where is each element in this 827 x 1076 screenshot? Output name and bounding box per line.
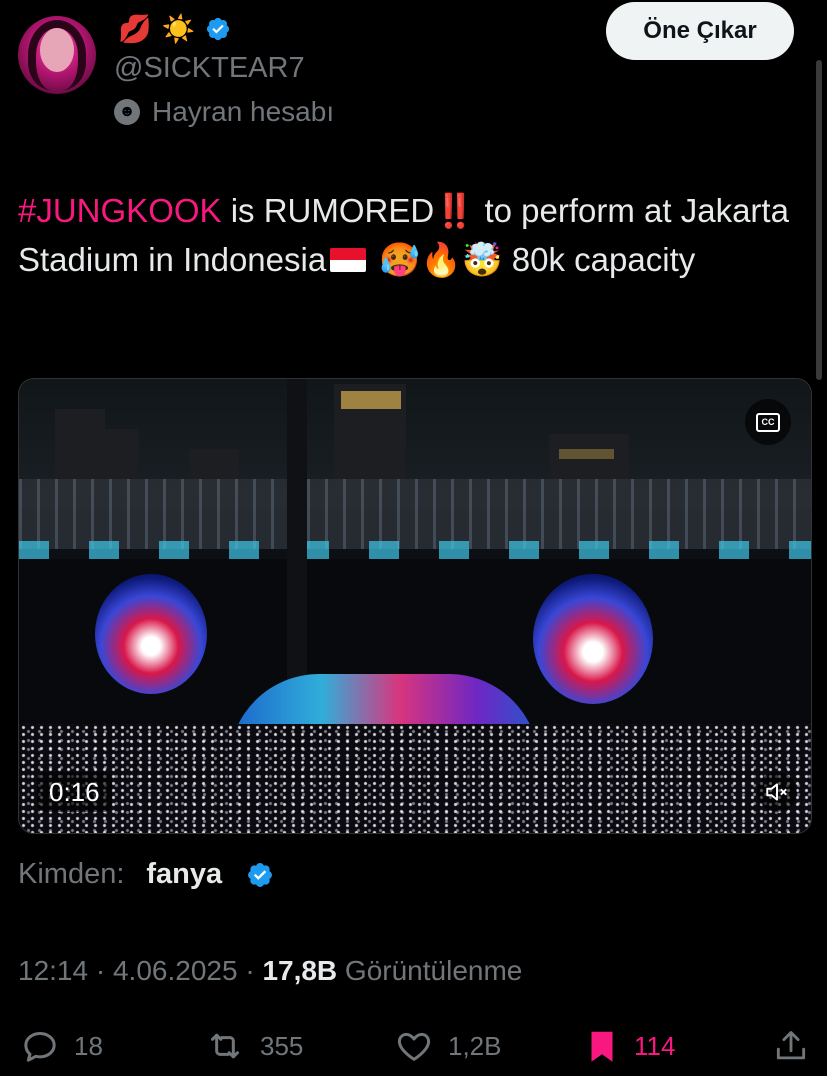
tweet-meta: 12:14 · 4.06.2025 · 17,8B Görüntülenme xyxy=(18,955,523,986)
repost-count: 355 xyxy=(260,1030,304,1061)
user-handle[interactable]: @SICKTEAR7 xyxy=(114,52,305,85)
reply-button[interactable]: 18 xyxy=(20,1024,103,1068)
views-label: Görüntülenme xyxy=(337,955,523,986)
tweet-detail: 💋 ☀️ @SICKTEAR7 ☻ Hayran hesabı Öne Çıka… xyxy=(0,0,827,1076)
mask-icon: ☻ xyxy=(114,99,140,125)
video-timestamp: 0:16 xyxy=(37,772,112,812)
views-count[interactable]: 17,8B xyxy=(262,955,337,986)
verified-badge-icon xyxy=(248,862,273,887)
heart-icon xyxy=(397,1032,431,1061)
bookmark-icon xyxy=(591,1031,613,1062)
retweet-icon xyxy=(211,1033,239,1059)
reaction-emojis: 🥵🔥🤯 xyxy=(370,241,503,278)
source-attribution: Kimden: fanya xyxy=(18,858,274,891)
promote-button[interactable]: Öne Çıkar xyxy=(606,2,794,60)
crowd xyxy=(19,724,811,833)
account-label: ☻ Hayran hesabı xyxy=(114,96,334,128)
share-icon xyxy=(776,1031,806,1060)
source-label: Kimden: xyxy=(18,858,125,890)
closed-captions-button[interactable]: CC xyxy=(745,399,791,445)
indonesia-flag-emoji xyxy=(330,248,367,272)
mute-icon xyxy=(766,783,787,801)
repost-button[interactable]: 355 xyxy=(204,1024,303,1068)
tweet-time[interactable]: 12:14 xyxy=(18,955,88,986)
display-name[interactable]: 💋 ☀️ xyxy=(118,12,231,46)
tweet-text: #JUNGKOOK is RUMORED‼️ to perform at Jak… xyxy=(18,186,808,284)
reply-count: 18 xyxy=(74,1030,103,1061)
bookmark-count: 114 xyxy=(634,1030,676,1061)
action-bar: 18 355 1,2B 114 xyxy=(18,1024,810,1068)
video-player[interactable]: CC 0:16 xyxy=(18,378,812,834)
reply-icon xyxy=(24,1032,56,1062)
verified-badge-icon xyxy=(207,17,230,41)
bookmark-button[interactable]: 114 xyxy=(584,1024,675,1068)
tweet-text-part: is RUMORED xyxy=(221,192,435,229)
closed-captions-icon: CC xyxy=(756,412,780,432)
tweet-date[interactable]: 4.06.2025 xyxy=(113,955,238,986)
mute-button[interactable] xyxy=(757,772,797,812)
source-user-link[interactable]: fanya xyxy=(146,858,222,891)
scrollbar-thumb[interactable] xyxy=(816,60,822,380)
like-count: 1,2B xyxy=(448,1030,502,1061)
stadium-roof xyxy=(19,479,811,549)
share-button[interactable] xyxy=(772,1024,810,1068)
tweet-text-part: 80k capacity xyxy=(502,241,696,278)
stage-screen-right xyxy=(533,574,653,704)
kiss-emoji: 💋 xyxy=(118,14,152,44)
stage-screen-left xyxy=(95,574,207,694)
hashtag-link[interactable]: #JUNGKOOK xyxy=(18,192,222,229)
like-button[interactable]: 1,2B xyxy=(394,1024,502,1068)
avatar[interactable] xyxy=(18,16,96,94)
account-label-text: Hayran hesabı xyxy=(152,96,335,127)
double-exclamation-emoji: ‼️ xyxy=(434,192,476,229)
sun-emoji: ☀️ xyxy=(161,14,196,44)
